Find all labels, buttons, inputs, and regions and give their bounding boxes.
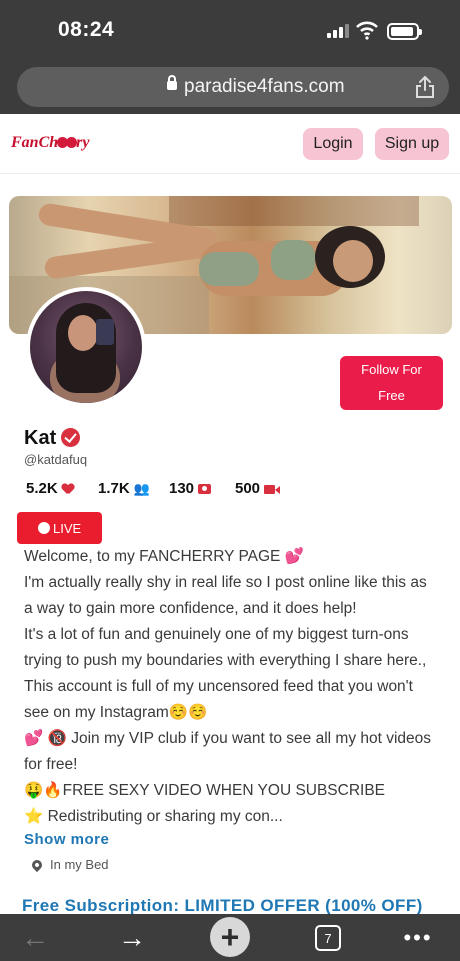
bio-line: trying to push my boundaries with everyt… xyxy=(24,652,427,669)
signup-button[interactable]: Sign up xyxy=(375,128,449,160)
live-dot-icon xyxy=(38,522,50,534)
subscription-offer-link[interactable]: Free Subscription: LIMITED OFFER (100% O… xyxy=(22,896,423,916)
bio-line: ⭐ Redistributing or sharing my con... xyxy=(24,808,283,825)
bio-line: a way to gain more confidence, and it do… xyxy=(24,600,357,617)
profile-avatar[interactable] xyxy=(26,287,146,407)
bio-line: for free! xyxy=(24,756,78,773)
bio-line: This account is full of my uncensored fe… xyxy=(24,678,413,695)
share-icon[interactable] xyxy=(414,75,436,99)
profile-handle: @katdafuq xyxy=(24,452,88,467)
new-tab-plus-icon[interactable]: + xyxy=(210,917,250,957)
likes-count: 5.2K xyxy=(26,480,74,497)
subscribers-count: 1.7K 👥 xyxy=(98,480,150,497)
browser-toolbar: paradise4fans.com xyxy=(0,62,460,114)
users-icon: 👥 xyxy=(133,481,150,497)
videos-count: 500 xyxy=(235,480,281,497)
status-bar: 08:24 xyxy=(0,0,460,62)
bio-line: 💕 🔞 Join my VIP club if you want to see … xyxy=(24,730,432,747)
more-menu-icon[interactable]: ••• xyxy=(398,922,438,954)
video-icon xyxy=(264,484,281,494)
fancherry-logo[interactable]: FanCh ry xyxy=(11,134,89,152)
signal-icon xyxy=(327,24,349,38)
lock-icon xyxy=(167,75,177,90)
bio-line: 🤑🔥FREE SEXY VIDEO WHEN YOU SUBSCRIBE xyxy=(24,782,386,799)
wifi-icon xyxy=(356,21,378,40)
site-header: FanCh ry Login Sign up xyxy=(0,114,460,174)
clock: 08:24 xyxy=(58,18,115,41)
forward-arrow-icon[interactable]: → xyxy=(114,922,150,954)
bio-line: see on my Instagram☺️☺️ xyxy=(24,704,208,721)
location: In my Bed xyxy=(29,857,109,873)
live-badge[interactable]: LIVE xyxy=(17,512,102,544)
address-bar[interactable]: paradise4fans.com xyxy=(17,67,449,107)
url-text: paradise4fans.com xyxy=(184,76,345,97)
bio-line: Welcome, to my FANCHERRY PAGE 💕 xyxy=(24,548,304,565)
tab-count-button[interactable]: 7 xyxy=(315,925,341,951)
location-pin-icon xyxy=(29,857,45,873)
bio-line: I'm actually really shy in real life so … xyxy=(24,574,427,591)
profile-name: Kat xyxy=(24,427,57,449)
verified-icon xyxy=(61,428,80,447)
login-button[interactable]: Login xyxy=(303,128,363,160)
heart-icon xyxy=(62,484,74,495)
follow-for-free-button[interactable]: Follow For Free xyxy=(340,356,443,410)
show-more-link[interactable]: Show more xyxy=(24,831,109,848)
bio-line: It's a lot of fun and genuinely one of m… xyxy=(24,626,409,643)
camera-icon xyxy=(198,484,212,495)
browser-bottom-bar: ← → + 7 ••• xyxy=(0,914,460,961)
back-arrow-icon[interactable]: ← xyxy=(18,922,52,954)
photos-count: 130 xyxy=(169,480,212,497)
profile-bio: Welcome, to my FANCHERRY PAGE 💕 I'm actu… xyxy=(24,544,444,830)
battery-icon xyxy=(387,23,422,40)
